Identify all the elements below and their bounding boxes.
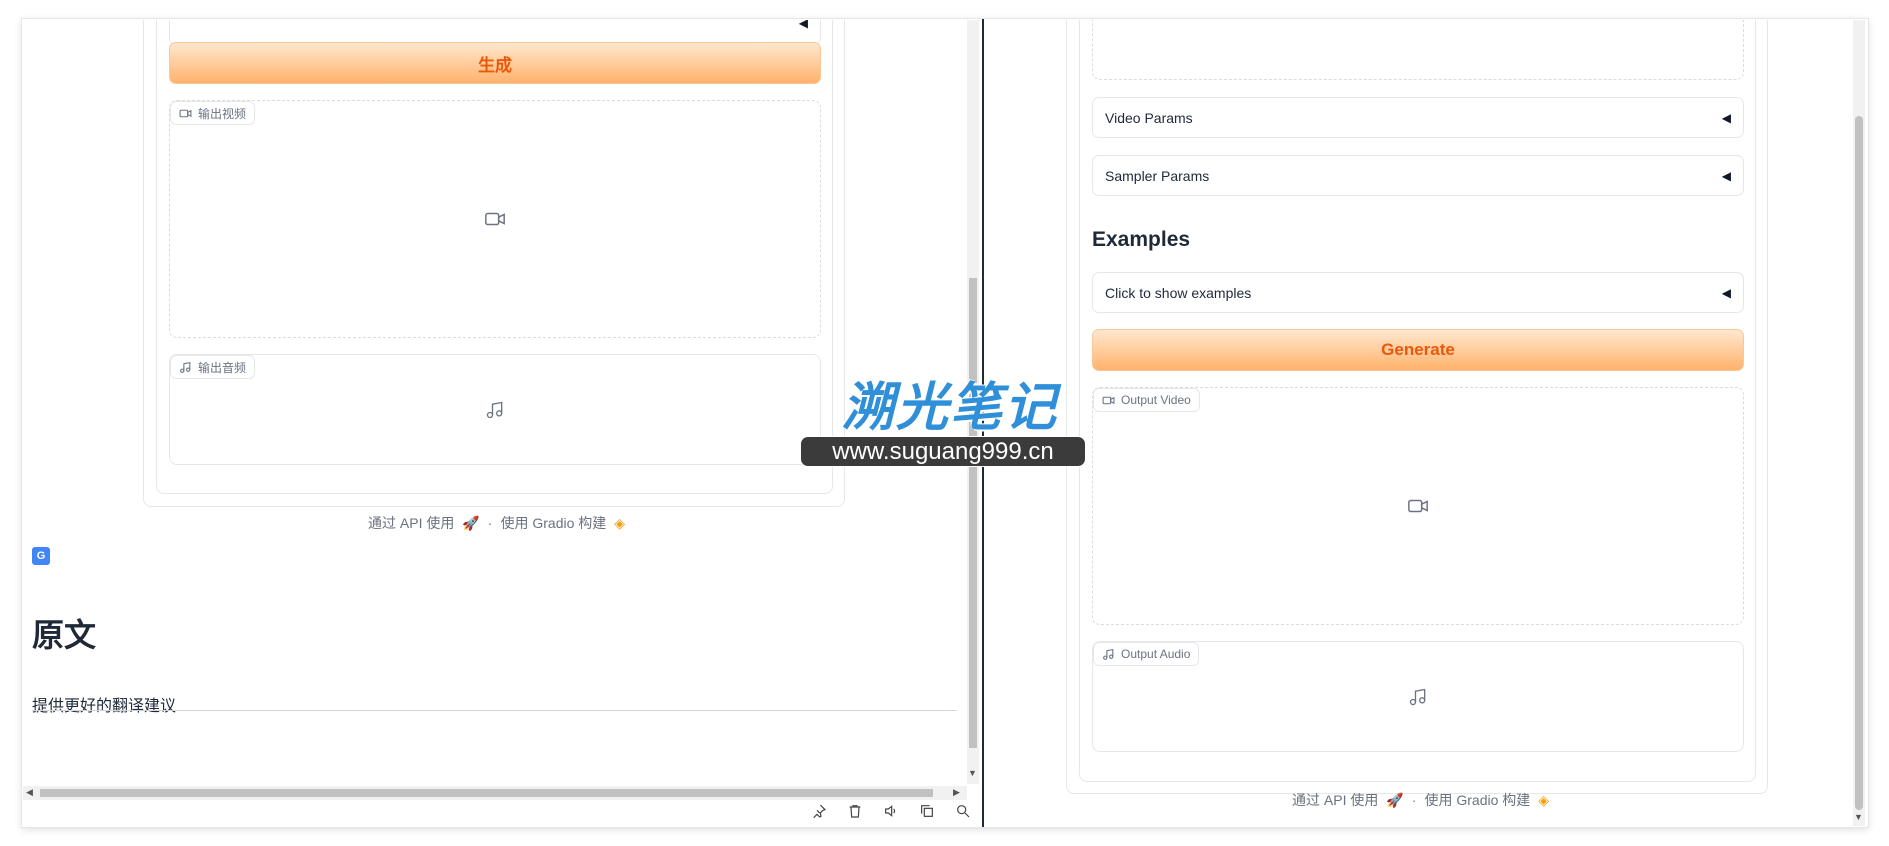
watermark-url: www.suguang999.cn [800, 436, 1086, 467]
collapse-triangle-icon: ◀ [798, 20, 808, 30]
video-params-accordion[interactable]: Video Params ◀ [1092, 97, 1744, 138]
rocket-icon: 🚀 [1386, 791, 1404, 808]
right-top-upload-area[interactable] [1092, 20, 1744, 80]
gradio-logo-icon: ◈ [614, 514, 626, 531]
built-with-gradio-link[interactable]: 使用 Gradio 构建 [1424, 790, 1530, 810]
scroll-left-arrow-icon[interactable]: ◀ [26, 787, 33, 798]
use-via-api-link[interactable]: 通过 API 使用 [368, 513, 454, 533]
gradio-logo-icon: ◈ [1538, 791, 1550, 808]
search-icon[interactable] [955, 803, 971, 824]
devtools-toolbar [23, 800, 981, 826]
copy-icon[interactable] [919, 803, 935, 824]
collapse-triangle-icon: ◀ [1721, 110, 1731, 125]
scroll-down-arrow-icon[interactable]: ▼ [968, 768, 977, 778]
audio-placeholder [170, 355, 820, 464]
output-audio-area[interactable]: Output Audio [1092, 641, 1744, 752]
left-horizontal-scroll-thumb[interactable] [40, 789, 933, 797]
translate-divider [32, 710, 957, 711]
original-text-heading: 原文 [32, 617, 97, 653]
sampler-params-label: Sampler Params [1105, 167, 1210, 184]
left-vertical-scroll-thumb[interactable] [969, 278, 977, 748]
trash-icon[interactable] [847, 803, 863, 824]
left-pane: ◀ 生成 输出视频 输出音频 通过 API 使用 🚀 · 使用 Gradio 构… [23, 20, 981, 826]
speaker-icon[interactable] [883, 803, 899, 824]
scroll-right-arrow-icon[interactable]: ▶ [953, 787, 960, 798]
video-placeholder [1093, 388, 1743, 624]
examples-heading: Examples [1092, 228, 1191, 251]
examples-toggle-label: Click to show examples [1105, 284, 1252, 301]
google-translate-icon[interactable]: G [32, 547, 50, 565]
watermark-brand: 溯光笔记 [842, 379, 1059, 437]
scroll-down-arrow-icon[interactable]: ▼ [1854, 812, 1863, 822]
music-note-icon [486, 401, 503, 418]
audio-placeholder [1093, 642, 1743, 751]
footer-separator: · [487, 515, 493, 531]
video-placeholder [170, 101, 820, 337]
pin-icon[interactable] [811, 803, 827, 824]
video-params-label: Video Params [1105, 109, 1193, 126]
output-video-area[interactable]: 输出视频 [169, 100, 821, 338]
generate-button[interactable]: 生成 [169, 42, 821, 84]
footer-separator: · [1411, 792, 1417, 808]
music-note-icon [1409, 688, 1426, 705]
right-vertical-scroll-thumb[interactable] [1855, 116, 1863, 810]
left-horizontal-scrollbar[interactable]: ◀ ▶ [23, 786, 967, 800]
built-with-gradio-link[interactable]: 使用 Gradio 构建 [500, 513, 606, 533]
video-camera-icon [485, 212, 505, 226]
examples-toggle[interactable]: Click to show examples ◀ [1092, 272, 1744, 313]
video-camera-icon [1408, 499, 1428, 513]
right-footer: 通过 API 使用 🚀 · 使用 Gradio 构建 ◈ [1292, 790, 1549, 810]
output-video-area[interactable]: Output Video [1092, 387, 1744, 625]
collapse-triangle-icon: ◀ [1721, 285, 1731, 300]
rocket-icon: 🚀 [462, 514, 480, 531]
use-via-api-link[interactable]: 通过 API 使用 [1292, 790, 1378, 810]
left-footer: 通过 API 使用 🚀 · 使用 Gradio 构建 ◈ [368, 513, 625, 533]
right-pane: Video Params ◀ Sampler Params ◀ Examples… [984, 20, 1867, 826]
generate-button[interactable]: Generate [1092, 329, 1744, 371]
suggest-translation-link[interactable]: 提供更好的翻译建议 [32, 692, 176, 716]
right-vertical-scrollbar[interactable]: ▼ [1853, 20, 1865, 826]
sampler-params-accordion[interactable]: Sampler Params ◀ [1092, 155, 1744, 196]
output-audio-area[interactable]: 输出音频 [169, 354, 821, 465]
collapse-triangle-icon: ◀ [1721, 168, 1731, 183]
